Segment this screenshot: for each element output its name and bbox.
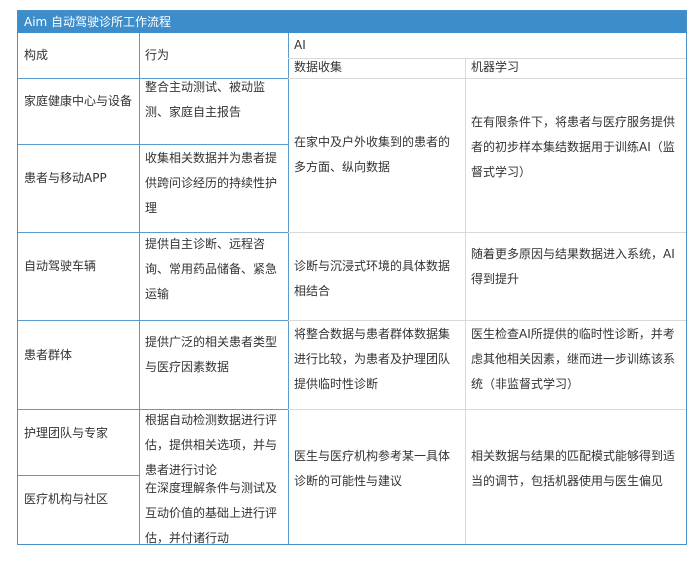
data-collection-cell: 在家中及户外收集到的患者的 多方面、纵向数据 — [288, 130, 465, 180]
divider — [18, 475, 139, 476]
data-collection-cell: 医生与医疗机构参考某一具体 诊断的可能性与建议 — [288, 444, 465, 494]
data-collection-cell: 将整合数据与患者群体数据集 进行比较，为患者及护理团队 提供临时性诊断 — [288, 322, 465, 397]
behavior-cell: 提供自主诊断、远程咨 询、常用药品储备、紧急 运输 — [139, 232, 288, 307]
text-line: 将整合数据与患者群体数据集 — [294, 327, 451, 341]
text-line: 提供自主诊断、远程咨 — [145, 237, 266, 251]
component-cell: 患者与移动APP — [24, 171, 107, 185]
text-line: 医生与医疗机构参考某一具体 — [294, 449, 451, 463]
header-component: 构成 — [24, 48, 49, 62]
text-line: 整合主动测试、被动监 — [145, 80, 266, 94]
divider — [18, 320, 288, 321]
machine-learning-cell: 医生检查AI所提供的临时性诊断，并考 虑其他相关因素，继而进一步训练该系 统（非… — [465, 322, 686, 397]
text-line: 与医疗因素数据 — [145, 360, 230, 374]
text-line: 多方面、纵向数据 — [294, 160, 391, 174]
text-line: 收集相关数据并为患者提 — [145, 151, 278, 165]
text-line: 测、家庭自主报告 — [145, 105, 242, 119]
text-line: 诊断与沉浸式环境的具体数据 — [294, 259, 451, 273]
text-line: 提供广泛的相关患者类型 — [145, 335, 278, 349]
component-cell: 家庭健康中心与设备 — [24, 94, 133, 108]
divider — [18, 144, 288, 145]
text-line: 估，并付诸行动 — [145, 531, 230, 545]
header-machine-learning: 机器学习 — [471, 60, 520, 74]
text-line: 医生检查AI所提供的临时性诊断，并考 — [471, 327, 675, 341]
machine-learning-cell: 随着更多原因与结果数据进入系统，AI 得到提升 — [465, 242, 686, 292]
text-line: 督式学习） — [471, 165, 532, 179]
component-cell: 医疗机构与社区 — [24, 492, 109, 506]
divider — [288, 320, 686, 321]
divider — [288, 232, 686, 233]
component-cell: 自动驾驶车辆 — [24, 259, 97, 273]
text-line: 在深度理解条件与测试及 — [145, 481, 278, 495]
text-line: 询、常用药品储备、紧急 — [145, 262, 278, 276]
workflow-table: Aim 自动驾驶诊所工作流程 构成 行为 AI 数据收集 机器学习 家庭健康中心… — [17, 10, 687, 545]
text-line: 随着更多原因与结果数据进入系统，AI — [471, 247, 675, 261]
behavior-cell: 根据自动检测数据进行评 估，提供相关选项，并与 患者进行讨论 — [139, 408, 288, 483]
data-collection-cell: 诊断与沉浸式环境的具体数据 相结合 — [288, 254, 465, 304]
text-line: 当的调节，包括机器使用与医生偏见 — [471, 474, 664, 488]
header-behavior: 行为 — [145, 48, 170, 62]
text-line: 根据自动检测数据进行评 — [145, 413, 278, 427]
behavior-cell: 整合主动测试、被动监 测、家庭自主报告 — [139, 75, 288, 125]
text-line: 者的初步样本集结数据用于训练AI（监 — [471, 140, 675, 154]
text-line: 供跨问诊经历的持续性护 — [145, 176, 278, 190]
text-line: 互动价值的基础上进行评 — [145, 506, 278, 520]
text-line: 统（非监督式学习） — [471, 377, 580, 391]
text-line: 理 — [145, 201, 158, 215]
text-line: 虑其他相关因素，继而进一步训练该系 — [471, 352, 676, 366]
behavior-cell: 在深度理解条件与测试及 互动价值的基础上进行评 估，并付诸行动 — [139, 476, 288, 551]
table-title: Aim 自动驾驶诊所工作流程 — [18, 11, 686, 33]
machine-learning-cell: 相关数据与结果的匹配模式能够得到适 当的调节，包括机器使用与医生偏见 — [465, 444, 686, 494]
text-line: 在家中及户外收集到的患者的 — [294, 135, 451, 149]
text-line: 相关数据与结果的匹配模式能够得到适 — [471, 449, 676, 463]
text-line: 相结合 — [294, 284, 331, 298]
text-line: 进行比较，为患者及护理团队 — [294, 352, 451, 366]
behavior-cell: 提供广泛的相关患者类型 与医疗因素数据 — [139, 330, 288, 380]
text-line: 得到提升 — [471, 272, 520, 286]
text-line: 运输 — [145, 287, 170, 301]
divider — [288, 409, 686, 410]
text-line: 估，提供相关选项，并与 — [145, 438, 278, 452]
machine-learning-cell: 在有限条件下，将患者与医疗服务提供 者的初步样本集结数据用于训练AI（监 督式学… — [465, 110, 686, 185]
text-line: 提供临时性诊断 — [294, 377, 379, 391]
behavior-cell: 收集相关数据并为患者提 供跨问诊经历的持续性护 理 — [139, 146, 288, 221]
component-cell: 患者群体 — [24, 348, 73, 362]
text-line: 诊断的可能性与建议 — [294, 474, 403, 488]
header-data-collection: 数据收集 — [294, 60, 343, 74]
component-cell: 护理团队与专家 — [24, 426, 109, 440]
text-line: 在有限条件下，将患者与医疗服务提供 — [471, 115, 676, 129]
